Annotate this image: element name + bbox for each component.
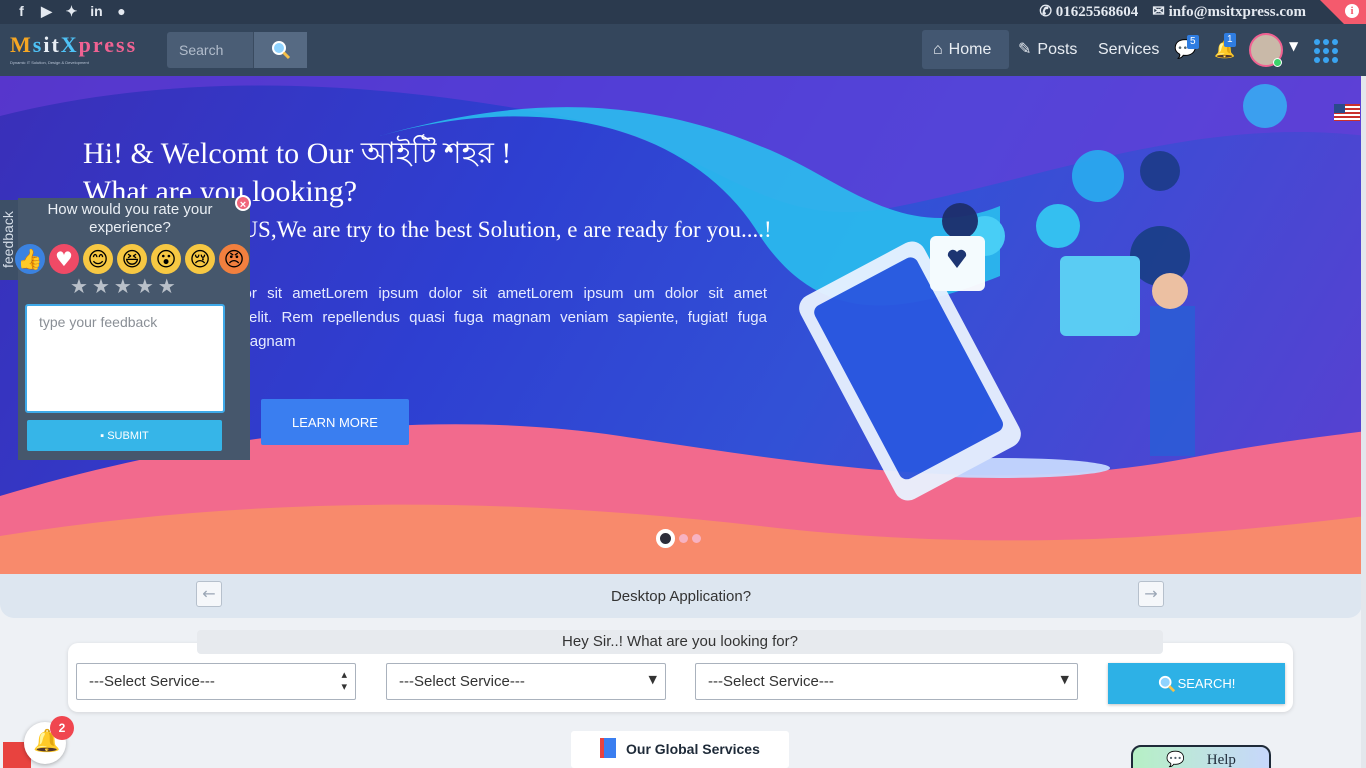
us-flag-icon[interactable] [1334,104,1360,121]
nav-posts[interactable]: ✎ Posts [1018,30,1077,69]
search-icon [271,41,290,60]
info-icon[interactable]: i [1345,4,1359,18]
star-icon[interactable]: ★ [136,276,154,296]
carousel-dot-3[interactable] [692,534,701,543]
star-rating: ★ ★ ★ ★ ★ [70,276,176,296]
looking-for-heading: Hey Sir..! What are you looking for? [197,630,1163,654]
angry-icon[interactable]: 😠 [219,244,249,274]
apps-grid-icon[interactable] [1314,39,1338,63]
smile-icon[interactable]: 😊 [83,244,113,274]
feedback-panel: How would you rate your experience? × 👍 … [15,195,251,460]
feedback-question: How would you rate your experience? [47,201,213,236]
feedback-submit-button[interactable]: ▪ SUBMIT [27,420,222,451]
service-select-3-value: ---Select Service--- [708,673,834,690]
linkedin-icon[interactable]: in [87,2,106,21]
logo[interactable]: MsitXpress Dynamic IT Solution, Design &… [10,32,146,70]
nav-home[interactable]: ⌂ Home [922,30,1009,69]
love-icon[interactable]: ♥ [49,244,79,274]
notification-count-badge: 2 [50,716,74,740]
phone-contact[interactable]: ✆ 01625568604 [1039,3,1138,21]
help-label: Help [1206,752,1236,768]
chevron-down-icon[interactable]: ▼ [1289,39,1298,53]
posts-icon: ✎ [1018,41,1032,58]
online-status [1273,58,1282,67]
email-address: info@msitxpress.com [1168,4,1306,20]
desktop-app-bar: Desktop Application? ← → [0,574,1362,618]
next-arrow-icon[interactable]: → [1138,581,1164,607]
star-icon[interactable]: ★ [70,276,88,296]
reaction-row: 👍 ♥ 😊 😆 😮 😢 😠 [15,244,249,274]
star-icon[interactable]: ★ [114,276,132,296]
social-links: f ▶ ✦ in ● [12,2,131,21]
nav-services[interactable]: Services [1098,30,1159,69]
service-search-label: SEARCH! [1177,676,1236,691]
search-bar [167,32,307,68]
learn-more-button[interactable]: LEARN MORE [261,399,409,445]
chat-icon: 💬 [1166,752,1185,768]
global-services-label: Our Global Services [626,741,760,757]
book-icon [600,738,617,758]
save-icon: ▪ [100,429,105,442]
nav-home-label: Home [948,41,992,58]
twitter-icon[interactable]: ✦ [62,2,81,21]
feedback-textarea[interactable] [25,304,225,413]
email-contact[interactable]: ✉ info@msitxpress.com [1152,3,1306,21]
like-icon[interactable]: 👍 [15,244,45,274]
feedback-submit-label: SUBMIT [107,429,149,442]
nav-posts-label: Posts [1037,41,1078,58]
star-icon[interactable]: ★ [92,276,110,296]
service-select-2-value: ---Select Service--- [399,673,525,690]
avatar[interactable] [1249,33,1283,67]
dropdown-caret-icon: ▼ [648,673,657,686]
top-bar: f ▶ ✦ in ● ✆ 01625568604 ✉ info@msitxpre… [0,0,1366,24]
search-icon [1158,675,1175,692]
prev-arrow-icon[interactable]: ← [196,581,222,607]
search-button[interactable] [253,32,307,68]
carousel-indicators [656,529,701,548]
contact-info: ✆ 01625568604 ✉ info@msitxpress.com [1039,3,1306,21]
search-input[interactable] [167,32,253,68]
navbar: MsitXpress Dynamic IT Solution, Design &… [0,24,1366,76]
github-icon[interactable]: ● [112,2,131,21]
notifications-badge: 1 [1224,33,1236,47]
sad-icon[interactable]: 😢 [185,244,215,274]
carousel-dot-2[interactable] [679,534,688,543]
service-select-2[interactable]: ---Select Service--- ▼ [386,663,666,700]
service-select-1-value: ---Select Service--- [89,673,215,690]
home-icon: ⌂ [933,41,943,58]
star-icon[interactable]: ★ [158,276,176,296]
youtube-icon[interactable]: ▶ [37,2,56,21]
messages-badge: 5 [1187,35,1199,49]
carousel-dot-1[interactable] [656,529,675,548]
help-button[interactable]: 💬 Help [1131,745,1271,768]
hero-title-line1: Hi! & Welcomt to Our আইটি শহর ! [83,137,512,170]
global-services-heading: Our Global Services [571,731,789,768]
sort-arrows-icon: ▴ ▾ [341,668,347,693]
phone-number: 01625568604 [1055,4,1139,20]
facebook-icon[interactable]: f [12,2,31,21]
service-select-1[interactable]: ---Select Service--- ▴ ▾ [76,663,356,700]
dropdown-caret-icon: ▼ [1060,673,1069,686]
laugh-icon[interactable]: 😆 [117,244,147,274]
nav-services-label: Services [1098,41,1160,58]
service-select-3[interactable]: ---Select Service--- ▼ [695,663,1078,700]
service-search-button[interactable]: SEARCH! [1108,663,1285,704]
wow-icon[interactable]: 😮 [151,244,181,274]
scrollbar[interactable] [1361,76,1366,768]
close-icon[interactable]: × [235,195,251,211]
